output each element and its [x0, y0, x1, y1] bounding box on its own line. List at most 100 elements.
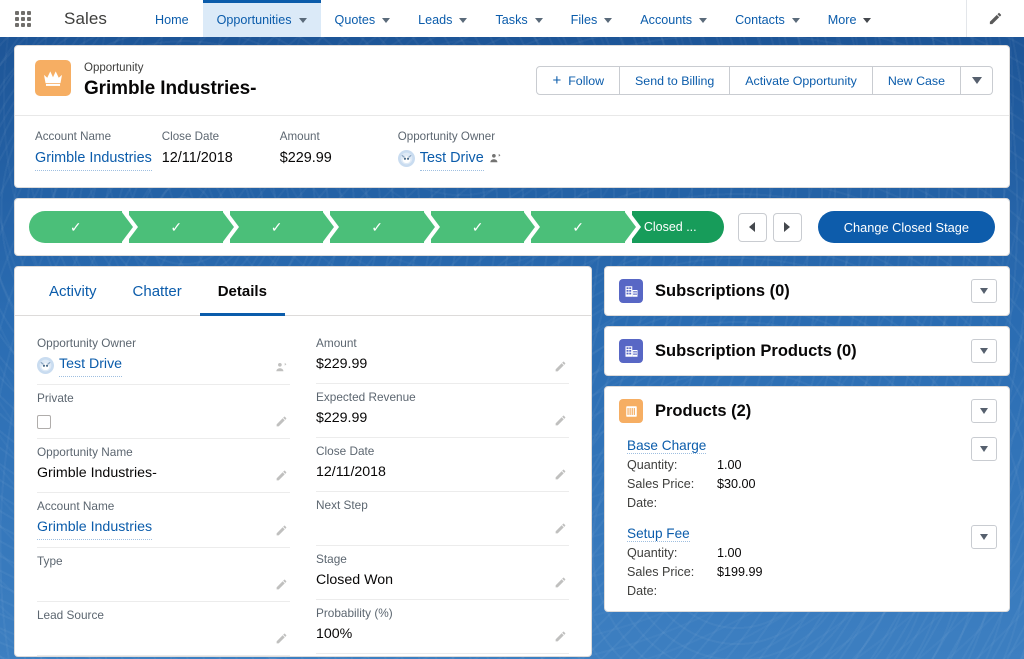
record-header: Opportunity Grimble Industries- +FollowS… [14, 45, 1010, 188]
side-panel-subscriptions-0: Subscriptions (0) [604, 266, 1010, 316]
field-value: $229.99 [316, 407, 569, 430]
field-value [37, 625, 290, 648]
field-value-text: 100% [316, 623, 352, 646]
panel-collapse-button[interactable] [971, 339, 997, 363]
tab-chatter[interactable]: Chatter [115, 267, 200, 316]
detail-field-close-date: Close Date12/11/2018 [316, 438, 569, 492]
product-row-actions-button[interactable] [971, 437, 997, 461]
new-case-button[interactable]: New Case [873, 66, 961, 95]
field-value: $229.99 [280, 146, 388, 170]
nav-item-accounts[interactable]: Accounts [626, 0, 721, 37]
check-icon: ✓ [271, 220, 283, 234]
field-value-link[interactable]: Grimble Industries [35, 146, 152, 171]
chevron-down-icon [980, 408, 988, 414]
chevron-down-icon[interactable] [604, 18, 612, 23]
chevron-down-icon[interactable] [699, 18, 707, 23]
record-title-block: Opportunity Grimble Industries- [84, 60, 536, 101]
edit-pencil-icon[interactable] [275, 415, 288, 428]
triangle-right-icon [784, 222, 790, 232]
edit-pencil-icon[interactable] [554, 414, 567, 427]
chevron-down-icon[interactable] [535, 18, 543, 23]
path-step-completed[interactable]: ✓ [531, 211, 624, 243]
button-label: New Case [888, 74, 945, 88]
follow-button[interactable]: +Follow [536, 66, 620, 95]
path-step-completed[interactable]: ✓ [129, 211, 222, 243]
detail-field-amount: Amount$229.99 [316, 330, 569, 384]
nav-item-quotes[interactable]: Quotes [321, 0, 405, 37]
global-navigation-bar: Sales Home OpportunitiesQuotes Leads TasksF… [0, 0, 1024, 37]
tab-details[interactable]: Details [200, 267, 285, 316]
product-field-key: Sales Price: [627, 475, 717, 494]
nav-item-leads[interactable]: Leads [404, 0, 481, 37]
nav-item-label: Home [155, 13, 189, 27]
app-launcher-button[interactable] [0, 0, 46, 37]
change-closed-stage-button[interactable]: Change Closed Stage [818, 211, 995, 243]
path-step-completed[interactable]: ✓ [29, 211, 122, 243]
chevron-down-icon[interactable] [792, 18, 800, 23]
edit-pencil-icon[interactable] [275, 578, 288, 591]
main-column: ActivityChatterDetails Opportunity Owner… [14, 266, 592, 657]
chevron-down-icon[interactable] [863, 18, 871, 23]
change-owner-icon[interactable] [275, 361, 288, 374]
app-name-label: Sales [46, 0, 113, 37]
product-name-link[interactable]: Setup Fee [627, 526, 690, 542]
product-field-key: Quantity: [627, 456, 717, 475]
product-field-key: Sales Price: [627, 563, 717, 582]
edit-pencil-icon[interactable] [275, 524, 288, 537]
product-field-key: Date: [627, 582, 717, 601]
field-value: 12/11/2018 [162, 146, 270, 170]
product-field-key: Date: [627, 494, 717, 513]
nav-item-label: Leads [418, 13, 452, 27]
panel-collapse-button[interactable] [971, 279, 997, 303]
tab-activity[interactable]: Activity [31, 267, 115, 316]
change-owner-icon[interactable] [489, 152, 502, 165]
sales-path: ✓✓✓✓✓✓Closed ... Change Closed Stage [14, 198, 1010, 256]
edit-pencil-icon[interactable] [554, 630, 567, 643]
chevron-down-icon[interactable] [299, 18, 307, 23]
field-value-link[interactable]: Grimble Industries [37, 516, 152, 540]
more-actions-button[interactable] [961, 66, 993, 95]
send-to-billing-button[interactable]: Send to Billing [620, 66, 730, 95]
chevron-down-icon[interactable] [459, 18, 467, 23]
crown-icon [42, 69, 64, 87]
building-icon [619, 339, 643, 363]
nav-item-tasks[interactable]: Tasks [481, 0, 556, 37]
nav-item-files[interactable]: Files [557, 0, 627, 37]
edit-navigation-button[interactable] [966, 0, 1024, 37]
path-step-current[interactable]: Closed ... [632, 211, 724, 243]
nav-item-more[interactable]: More [814, 0, 886, 37]
product-list-item: Base ChargeQuantity:1.00Sales Price:$30.… [605, 435, 1009, 523]
panel-collapse-button[interactable] [971, 399, 997, 423]
field-value-link[interactable]: Test Drive [59, 353, 122, 377]
field-label: Type [37, 552, 290, 571]
detail-field-account-name: Account NameGrimble Industries [37, 493, 290, 548]
field-value-link[interactable]: Test Drive [420, 146, 484, 171]
edit-pencil-icon[interactable] [554, 576, 567, 589]
activate-opportunity-button[interactable]: Activate Opportunity [730, 66, 873, 95]
chevron-down-icon[interactable] [382, 18, 390, 23]
button-label: Activate Opportunity [745, 74, 857, 88]
path-previous-button[interactable] [738, 213, 767, 242]
nav-item-label: Accounts [640, 13, 692, 27]
path-step-completed[interactable]: ✓ [330, 211, 423, 243]
edit-pencil-icon[interactable] [275, 469, 288, 482]
edit-pencil-icon[interactable] [554, 468, 567, 481]
field-value: 100% [316, 623, 569, 646]
edit-pencil-icon[interactable] [554, 360, 567, 373]
field-label: Lead Source [37, 606, 290, 625]
panel-header: Subscription Products (0) [605, 327, 1009, 375]
path-next-button[interactable] [773, 213, 802, 242]
edit-pencil-icon[interactable] [554, 522, 567, 535]
field-value [37, 408, 290, 431]
record-title: Grimble Industries- [84, 76, 536, 101]
nav-item-home[interactable]: Home [141, 0, 203, 37]
nav-item-opportunities[interactable]: Opportunities [203, 0, 321, 37]
check-icon: ✓ [572, 220, 584, 234]
product-row-actions-button[interactable] [971, 525, 997, 549]
edit-pencil-icon[interactable] [275, 632, 288, 645]
product-name-link[interactable]: Base Charge [627, 438, 706, 454]
private-checkbox[interactable] [37, 415, 51, 429]
path-step-completed[interactable]: ✓ [230, 211, 323, 243]
path-step-completed[interactable]: ✓ [431, 211, 524, 243]
nav-item-contacts[interactable]: Contacts [721, 0, 814, 37]
